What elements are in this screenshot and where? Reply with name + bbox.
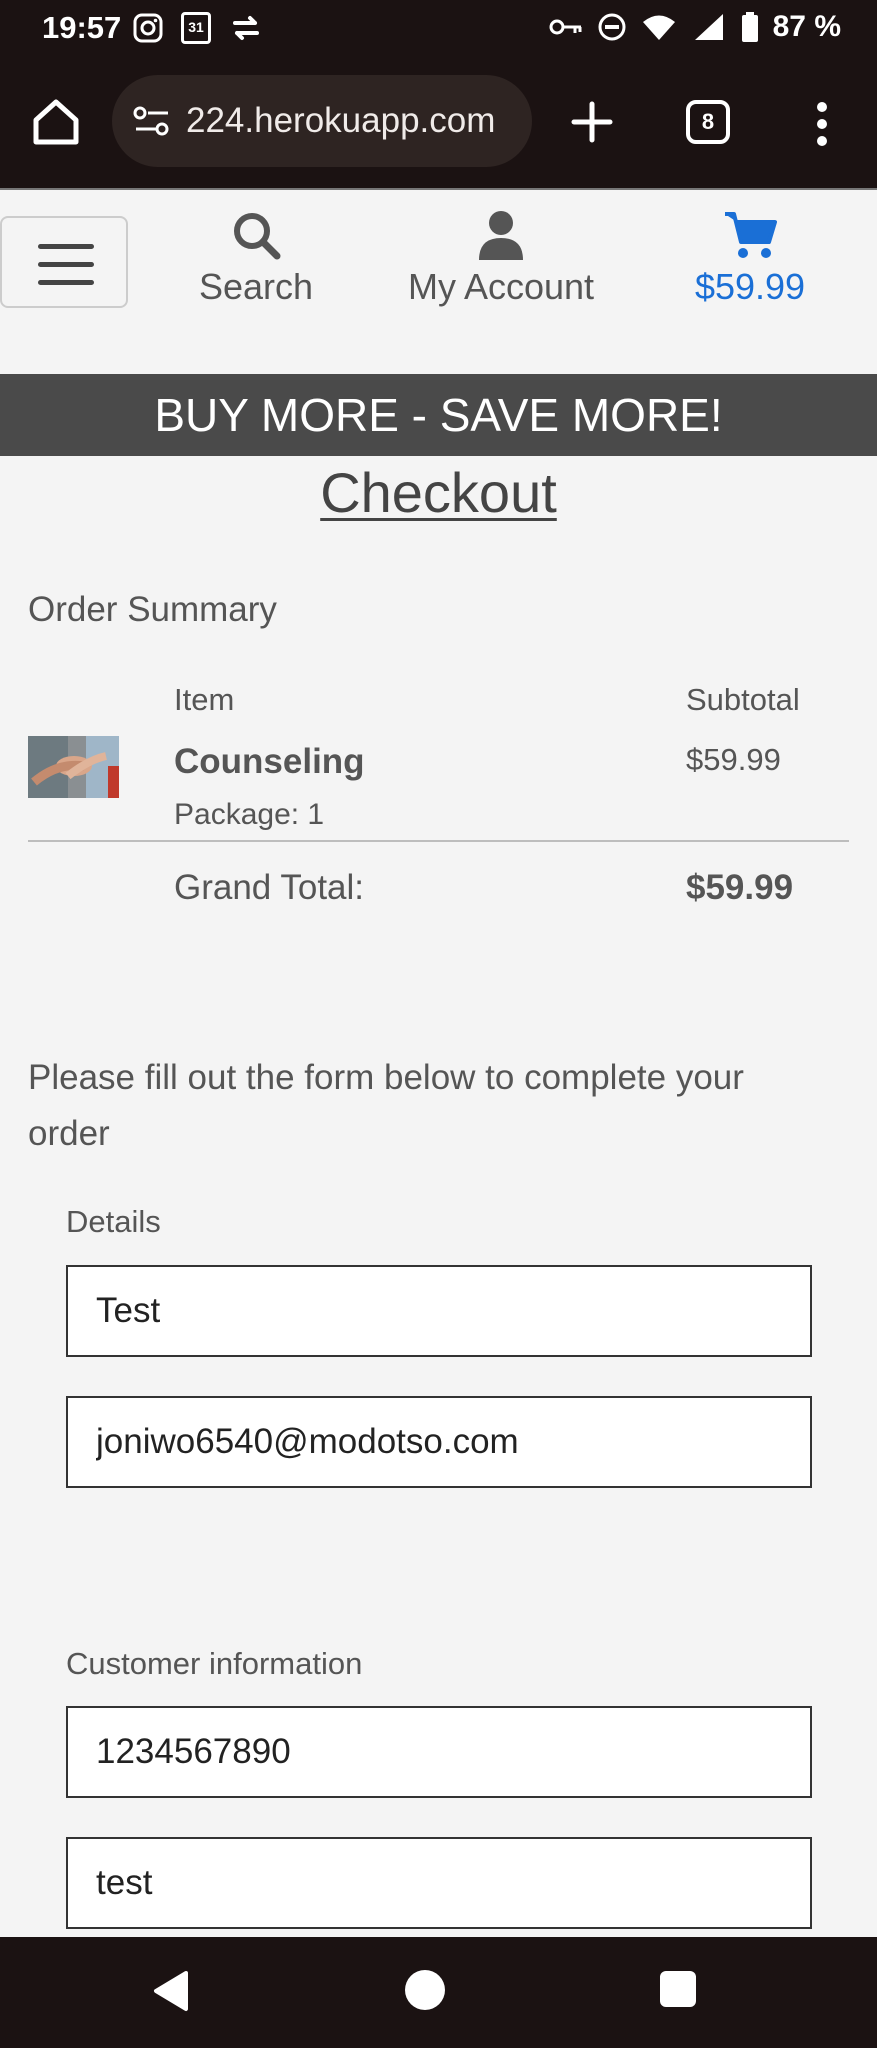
summary-divider	[28, 840, 849, 842]
nav-account-label: My Account	[407, 266, 595, 307]
wifi-icon	[642, 15, 675, 40]
vpn-key-icon	[549, 19, 582, 35]
site-header: Search My Account $59.99	[0, 188, 877, 374]
product-name: Counseling	[174, 742, 365, 781]
page-title: Checkout	[0, 460, 877, 525]
sync-icon	[233, 16, 259, 40]
instagram-icon	[133, 13, 163, 43]
calendar-icon: 31	[181, 12, 211, 44]
phone-number-field[interactable]	[66, 1706, 812, 1798]
do-not-disturb-icon	[598, 13, 626, 41]
status-system-icons: 87 %	[549, 10, 841, 44]
page-title-text: Checkout	[320, 461, 557, 524]
status-bar: 19:57 31 87 %	[0, 0, 877, 56]
hamburger-line	[38, 262, 94, 267]
details-section-label: Details	[66, 1204, 161, 1239]
signal-icon	[694, 14, 723, 40]
battery-icon	[741, 12, 758, 42]
battery-percent: 87 %	[772, 10, 841, 43]
nav-cart[interactable]: $59.99	[680, 210, 820, 308]
promo-banner: BUY MORE - SAVE MORE!	[0, 374, 877, 456]
tab-switcher-button[interactable]: 8	[686, 100, 730, 144]
system-navigation-bar	[0, 1937, 877, 2048]
form-instructions: Please fill out the form below to comple…	[28, 1058, 744, 1153]
column-header-subtotal: Subtotal	[686, 682, 800, 717]
product-package: Package: 1	[174, 798, 325, 831]
email-field[interactable]	[66, 1396, 812, 1488]
hamburger-line	[38, 244, 94, 249]
hamburger-line	[38, 280, 94, 285]
address-field[interactable]	[66, 1837, 812, 1929]
grand-total-value: $59.99	[686, 868, 794, 907]
user-icon	[479, 211, 523, 260]
product-subtotal: $59.99	[686, 742, 781, 777]
recent-apps-icon[interactable]	[660, 1971, 696, 2007]
url-text[interactable]: 224.herokuapp.com	[186, 101, 495, 141]
product-thumbnail	[28, 736, 119, 798]
menu-toggle-button[interactable]	[0, 216, 128, 308]
back-icon[interactable]	[152, 1970, 190, 2012]
more-options-icon[interactable]	[810, 100, 834, 148]
new-tab-icon[interactable]	[568, 98, 616, 146]
product-image	[28, 736, 119, 798]
nav-search-label: Search	[198, 266, 314, 307]
shopping-cart-icon	[725, 212, 777, 258]
search-icon	[234, 213, 281, 260]
status-notification-icons: 31	[133, 12, 263, 44]
nav-search[interactable]: Search	[196, 210, 316, 308]
full-name-field[interactable]	[66, 1265, 812, 1357]
site-settings-icon[interactable]	[132, 104, 172, 138]
order-summary-title: Order Summary	[28, 590, 277, 629]
nav-my-account[interactable]: My Account	[396, 210, 606, 308]
address-bar[interactable]: 224.herokuapp.com	[112, 75, 532, 167]
browser-toolbar: 224.herokuapp.com 8	[0, 56, 877, 188]
customer-info-section-label: Customer information	[66, 1646, 363, 1681]
grand-total-label: Grand Total:	[174, 868, 365, 907]
cart-total: $59.99	[694, 266, 806, 307]
column-header-item: Item	[174, 682, 235, 717]
status-time: 19:57	[42, 10, 122, 45]
home-icon[interactable]	[30, 96, 82, 148]
home-nav-icon[interactable]	[405, 1970, 445, 2010]
